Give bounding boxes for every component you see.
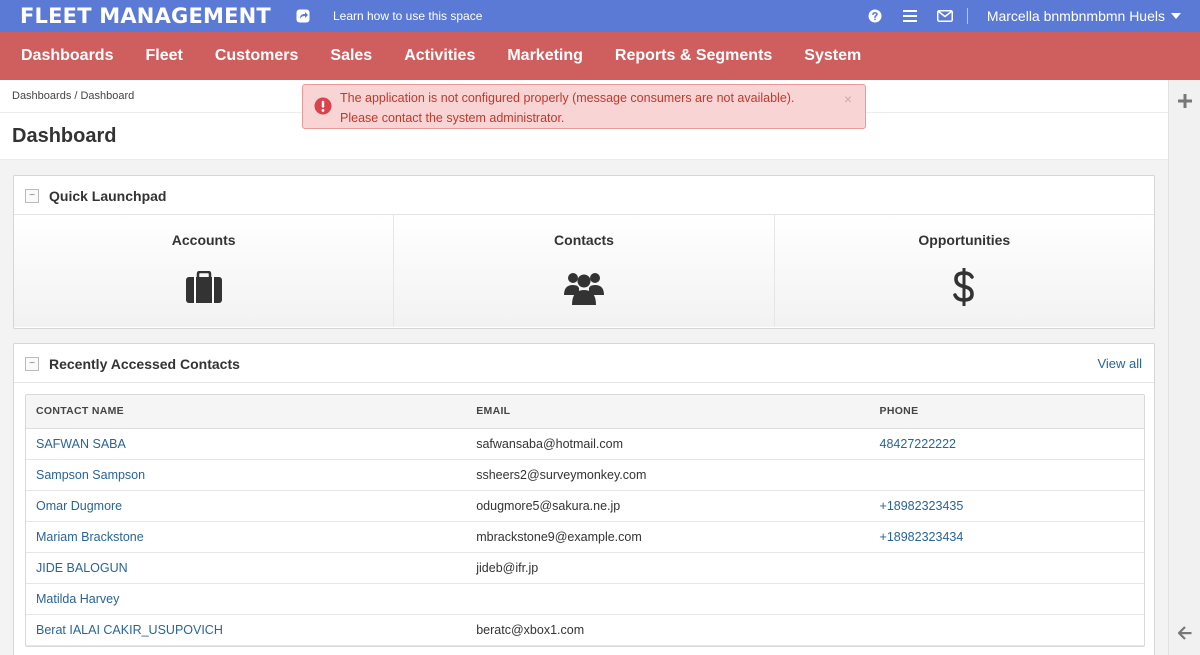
tile-label: Opportunities: [918, 232, 1011, 248]
collapse-button[interactable]: −: [25, 357, 39, 371]
users-icon: [563, 267, 604, 307]
sidebar-rail: [1168, 80, 1200, 655]
contact-name-link[interactable]: Berat IALAI CAKIR_USUPOVICH: [26, 614, 467, 646]
nav-system[interactable]: System: [804, 47, 861, 65]
user-menu[interactable]: Marcella bnmbnmbmn Huels: [987, 8, 1165, 24]
dollar-icon: [944, 267, 984, 307]
chevron-down-icon[interactable]: [1171, 13, 1181, 19]
contact-name-link[interactable]: Mariam Brackstone: [26, 521, 467, 553]
contact-email: beratc@xbox1.com: [466, 614, 870, 646]
breadcrumb[interactable]: Dashboards / Dashboard: [12, 90, 134, 102]
nav-reports-segments[interactable]: Reports & Segments: [615, 47, 772, 65]
quick-launchpad-widget: − Quick Launchpad Accounts Contacts Oppo…: [13, 175, 1155, 329]
table-row[interactable]: Omar Dugmore odugmore5@sakura.ne.jp +189…: [26, 490, 1144, 522]
contact-email: ssheers2@surveymonkey.com: [466, 459, 870, 491]
contact-name-link[interactable]: SAFWAN SABA: [26, 428, 467, 460]
table-row[interactable]: JIDE BALOGUN jideb@ifr.jp: [26, 552, 1144, 584]
contacts-table: CONTACT NAME EMAIL PHONE SAFWAN SABA saf…: [25, 394, 1145, 647]
contact-email: safwansaba@hotmail.com: [466, 428, 870, 460]
contact-email: jideb@ifr.jp: [466, 552, 870, 584]
table-row[interactable]: Berat IALAI CAKIR_USUPOVICH beratc@xbox1…: [26, 614, 1144, 646]
menu-icon[interactable]: [902, 8, 918, 24]
help-icon[interactable]: [867, 8, 883, 24]
error-alert: The application is not configured proper…: [302, 84, 866, 129]
tile-label: Accounts: [171, 232, 236, 248]
alert-line-2: Please contact the system administrator.: [340, 111, 565, 125]
contacts-grid: CONTACT NAME EMAIL PHONE SAFWAN SABA saf…: [26, 395, 1144, 646]
topbar-right: Marcella bnmbnmbmn Huels: [848, 0, 1200, 32]
collapse-button[interactable]: −: [25, 189, 39, 203]
column-header-email[interactable]: EMAIL: [466, 395, 870, 429]
error-icon: [314, 97, 332, 115]
briefcase-icon: [184, 267, 224, 307]
share-icon[interactable]: [296, 9, 311, 24]
widget-title: Quick Launchpad: [49, 188, 167, 204]
widget-header: − Quick Launchpad: [14, 176, 1154, 215]
table-row[interactable]: SAFWAN SABA safwansaba@hotmail.com 48427…: [26, 428, 1144, 460]
arrow-left-icon[interactable]: [1177, 626, 1192, 640]
contact-email: mbrackstone9@example.com: [466, 521, 870, 553]
page-title: Dashboard: [12, 125, 117, 147]
column-header-name[interactable]: CONTACT NAME: [26, 395, 467, 429]
contact-name-link[interactable]: Omar Dugmore: [26, 490, 467, 522]
mail-icon[interactable]: [936, 8, 953, 24]
column-header-phone[interactable]: PHONE: [869, 395, 1144, 429]
tile-label: Contacts: [554, 232, 614, 248]
table-row[interactable]: Mariam Brackstone mbrackstone9@example.c…: [26, 521, 1144, 553]
contact-email: [466, 583, 870, 615]
contact-phone-link[interactable]: +18982323434: [869, 521, 1144, 553]
alert-message: The application is not configured proper…: [340, 88, 830, 128]
contact-phone-link[interactable]: +18982323435: [869, 490, 1144, 522]
app-brand[interactable]: FLEET MANAGEMENT: [20, 4, 271, 28]
contact-name-link[interactable]: Sampson Sampson: [26, 459, 467, 491]
widget-title: Recently Accessed Contacts: [49, 356, 240, 372]
topbar-separator: [966, 8, 968, 24]
nav-customers[interactable]: Customers: [215, 47, 299, 65]
close-icon[interactable]: ×: [844, 89, 852, 109]
contact-name-link[interactable]: Matilda Harvey: [26, 583, 467, 615]
launchpad-tile-contacts[interactable]: Contacts: [394, 215, 775, 327]
view-all-link[interactable]: View all: [1097, 356, 1142, 371]
contact-name-link[interactable]: JIDE BALOGUN: [26, 552, 467, 584]
nav-marketing[interactable]: Marketing: [507, 47, 583, 65]
plus-icon[interactable]: [1178, 94, 1192, 108]
contact-phone-link[interactable]: [869, 614, 1144, 646]
contact-phone-link[interactable]: [869, 583, 1144, 615]
table-header-row: CONTACT NAME EMAIL PHONE: [26, 395, 1144, 429]
table-row[interactable]: Matilda Harvey: [26, 583, 1144, 615]
widget-header: − Recently Accessed Contacts View all: [14, 344, 1154, 383]
contact-phone-link[interactable]: 48427222222: [869, 428, 1144, 460]
contact-phone-link[interactable]: [869, 552, 1144, 584]
main-nav: Dashboards Fleet Customers Sales Activit…: [0, 32, 1200, 80]
contact-phone-link[interactable]: [869, 459, 1144, 491]
launchpad-tile-accounts[interactable]: Accounts: [14, 215, 395, 327]
nav-activities[interactable]: Activities: [404, 47, 475, 65]
nav-fleet[interactable]: Fleet: [145, 47, 182, 65]
top-bar: FLEET MANAGEMENT Learn how to use this s…: [0, 0, 1200, 32]
alert-line-1: The application is not configured proper…: [340, 91, 795, 105]
table-row[interactable]: Sampson Sampson ssheers2@surveymonkey.co…: [26, 459, 1144, 491]
nav-sales[interactable]: Sales: [330, 47, 372, 65]
nav-dashboards[interactable]: Dashboards: [21, 47, 113, 65]
recent-contacts-widget: − Recently Accessed Contacts View all CO…: [13, 343, 1155, 655]
launchpad-tile-opportunities[interactable]: Opportunities: [774, 215, 1154, 327]
contact-email: odugmore5@sakura.ne.jp: [466, 490, 870, 522]
launchpad-tiles: Accounts Contacts Opportunities: [14, 215, 1154, 327]
learn-link[interactable]: Learn how to use this space: [333, 9, 482, 23]
